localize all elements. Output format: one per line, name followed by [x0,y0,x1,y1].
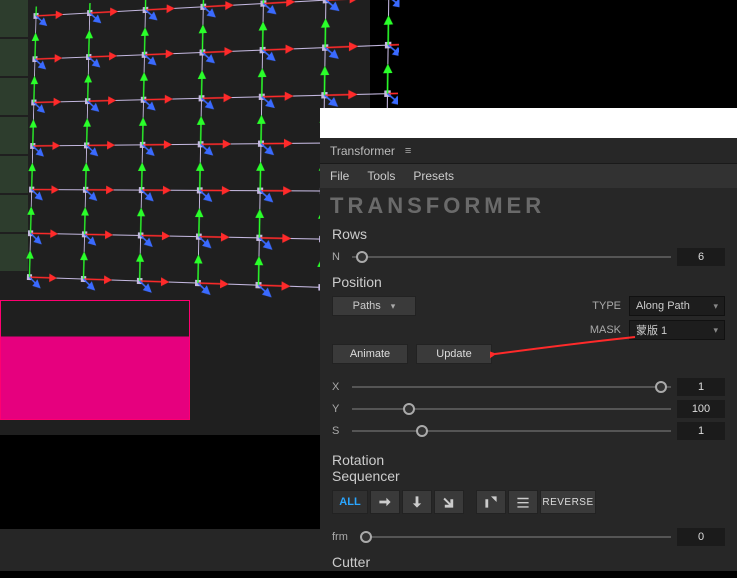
corner-up-icon [484,495,498,509]
svg-text:TRANSFORMER: TRANSFORMER [330,194,545,218]
seq-arrow-down-button[interactable] [402,490,432,514]
position-heading: Position [332,274,725,290]
type-select[interactable]: Along Path ▾ [629,296,725,316]
animate-button[interactable]: Animate [332,344,408,364]
section-cutter: Cutter [320,548,737,578]
menu-file[interactable]: File [330,169,349,183]
transformer-panel: Transformer ≡ File Tools Presets TRANSFO… [320,138,737,571]
bottom-strip [0,528,320,571]
seq-lines-button[interactable] [508,490,538,514]
composition-viewport[interactable] [0,0,370,435]
chevron-down-icon: ▾ [391,301,396,312]
rotation-heading: Rotation [332,452,725,468]
mask-label: MASK [581,324,621,336]
seq-arrow-right-button[interactable] [370,490,400,514]
chevron-down-icon: ▾ [713,325,718,336]
arrow-right-icon [378,495,392,509]
sequencer-heading: Sequencer [332,468,725,484]
sequencer-toolbar: ALL REVERSE [332,490,725,514]
update-button[interactable]: Update [416,344,492,364]
arrow-down-icon [410,495,424,509]
seq-reverse-button[interactable]: REVERSE [540,490,596,514]
section-rotation: Rotation Sequencer ALL REVERSE frm 0 [320,446,737,548]
y-label: Y [332,403,346,415]
chevron-down-icon: ▾ [713,301,718,312]
x-label: X [332,381,346,393]
frm-slider[interactable] [360,529,671,545]
paths-dropdown[interactable]: Paths ▾ [332,296,416,316]
mask-bounds [0,300,190,420]
rows-n-slider[interactable] [352,249,671,265]
cutter-heading: Cutter [332,554,725,570]
panel-menu-icon[interactable]: ≡ [405,145,411,157]
panel-titlebar[interactable]: Transformer ≡ [320,138,737,164]
frm-label: frm [332,531,354,543]
arrow-down-right-icon [442,495,456,509]
seq-corner-button[interactable] [476,490,506,514]
s-slider[interactable] [352,423,671,439]
seq-arrow-diag-button[interactable] [434,490,464,514]
rows-heading: Rows [332,226,725,242]
white-band [320,108,737,138]
frm-value[interactable]: 0 [677,528,725,546]
x-value[interactable]: 1 [677,378,725,396]
seq-all-button[interactable]: ALL [332,490,368,514]
mask-select[interactable]: 蒙版 1 ▾ [629,320,725,340]
menu-presets[interactable]: Presets [413,169,454,183]
menu-tools[interactable]: Tools [367,169,395,183]
brand-logo: TRANSFORMER [320,188,737,220]
lines-icon [516,495,530,509]
s-value[interactable]: 1 [677,422,725,440]
section-rows: Rows N 6 [320,220,737,268]
rows-n-label: N [332,251,346,263]
panel-title: Transformer [330,144,395,158]
section-position: Position Paths ▾ TYPE Along Path ▾ MASK … [320,268,737,446]
y-slider[interactable] [352,401,671,417]
s-label: S [332,425,346,437]
x-slider[interactable] [352,379,671,395]
rows-n-value[interactable]: 6 [677,248,725,266]
panel-menubar: File Tools Presets [320,164,737,188]
type-label: TYPE [581,300,621,312]
y-value[interactable]: 100 [677,400,725,418]
